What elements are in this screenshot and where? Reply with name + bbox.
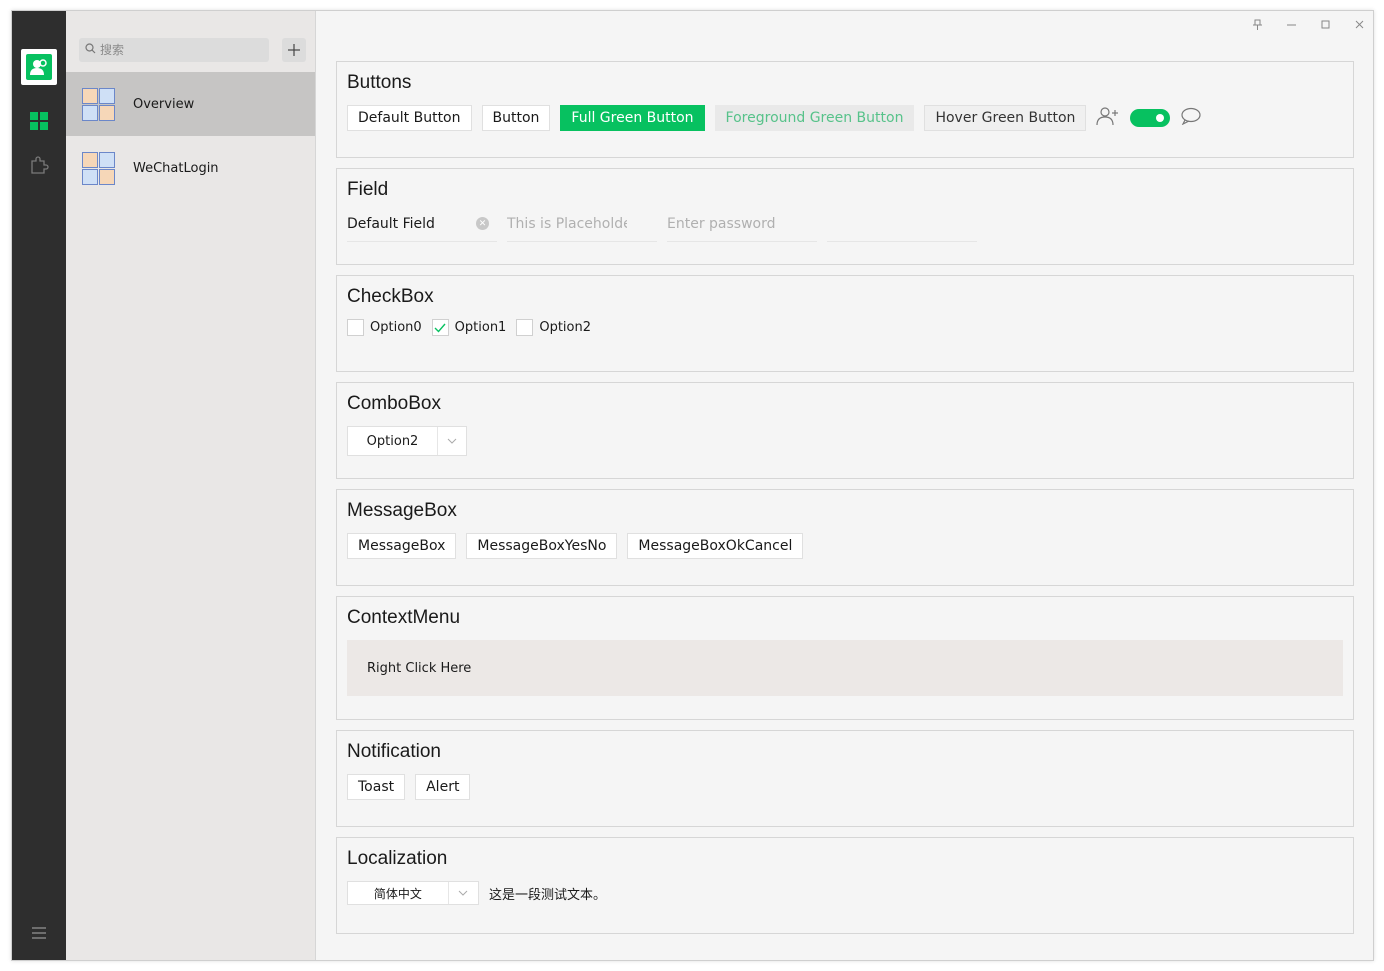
checkbox-option2[interactable]: Option2 bbox=[516, 319, 591, 336]
checkbox-option1[interactable]: Option1 bbox=[431, 319, 507, 336]
chevron-down-icon[interactable] bbox=[438, 427, 466, 455]
plain-button[interactable]: Button bbox=[481, 105, 551, 131]
chat-bubble-icon[interactable] bbox=[1180, 107, 1202, 130]
avatar[interactable] bbox=[21, 49, 57, 85]
search-input[interactable] bbox=[100, 43, 260, 57]
clear-icon[interactable]: ✕ bbox=[476, 217, 489, 230]
section-title: Field bbox=[347, 179, 389, 200]
list-item-wechatlogin[interactable]: WeChatLogin bbox=[66, 136, 315, 200]
menu-icon[interactable] bbox=[29, 923, 49, 943]
section-title: Buttons bbox=[347, 72, 412, 93]
nav-rail bbox=[12, 11, 66, 960]
alert-button[interactable]: Alert bbox=[415, 774, 471, 800]
section-title: ContextMenu bbox=[347, 607, 461, 628]
default-field[interactable]: ✕ bbox=[347, 206, 497, 242]
checkbox-box[interactable] bbox=[347, 319, 364, 336]
list-item-overview[interactable]: Overview bbox=[66, 72, 315, 136]
search-icon bbox=[85, 41, 96, 59]
hover-green-button[interactable]: Hover Green Button bbox=[924, 105, 1087, 131]
messagebox-yesno-button[interactable]: MessageBoxYesNo bbox=[466, 533, 618, 559]
placeholder-field-input[interactable] bbox=[507, 215, 627, 232]
combobox[interactable]: Option2 bbox=[347, 426, 467, 456]
section-title: Notification bbox=[347, 741, 441, 762]
chevron-down-icon[interactable] bbox=[449, 882, 478, 904]
messagebox-section: MessageBox MessageBox MessageBoxYesNo Me… bbox=[336, 489, 1354, 586]
list-item-label: Overview bbox=[133, 96, 195, 112]
wechatlogin-thumbnail-icon bbox=[82, 151, 115, 185]
section-title: ComboBox bbox=[347, 393, 441, 414]
maximize-icon[interactable] bbox=[1319, 17, 1331, 31]
password-field[interactable] bbox=[667, 206, 817, 242]
section-title: CheckBox bbox=[347, 286, 434, 307]
contextmenu-section: ContextMenu Right Click Here bbox=[336, 596, 1354, 720]
close-icon[interactable] bbox=[1353, 17, 1365, 31]
grid-icon[interactable] bbox=[29, 111, 49, 131]
item-list-panel: Overview WeChatLogin bbox=[66, 11, 316, 960]
language-combobox[interactable]: 简体中文 bbox=[347, 881, 479, 905]
password-field-input[interactable] bbox=[667, 215, 787, 232]
window-controls bbox=[1251, 17, 1365, 31]
pin-icon[interactable] bbox=[1251, 17, 1263, 31]
avatar-icon bbox=[26, 54, 52, 80]
list-item-label: WeChatLogin bbox=[133, 160, 219, 176]
default-button[interactable]: Default Button bbox=[347, 105, 472, 131]
checkbox-box[interactable] bbox=[431, 319, 449, 336]
toggle-knob bbox=[1156, 114, 1165, 122]
main-content: Buttons Default Button Button Full Green… bbox=[316, 11, 1373, 960]
full-green-button[interactable]: Full Green Button bbox=[560, 105, 705, 131]
notification-section: Notification Toast Alert bbox=[336, 730, 1354, 827]
context-menu-label: Right Click Here bbox=[367, 660, 472, 676]
empty-field[interactable] bbox=[827, 206, 977, 242]
empty-field-input[interactable] bbox=[827, 215, 947, 232]
plus-icon bbox=[288, 44, 300, 56]
plugin-icon[interactable] bbox=[29, 155, 49, 175]
section-title: Localization bbox=[347, 848, 448, 869]
placeholder-field[interactable] bbox=[507, 206, 657, 242]
checkbox-label: Option1 bbox=[454, 320, 507, 335]
overview-thumbnail-icon bbox=[82, 87, 115, 121]
default-field-input[interactable] bbox=[347, 215, 467, 232]
app-window: Overview WeChatLogin Buttons bbox=[11, 10, 1374, 961]
field-section: Field ✕ bbox=[336, 168, 1354, 265]
checkbox-label: Option2 bbox=[539, 320, 592, 335]
add-contact-icon[interactable] bbox=[1096, 106, 1120, 131]
checkmark-icon bbox=[434, 323, 446, 333]
checkbox-box[interactable] bbox=[516, 319, 534, 336]
combobox-value: Option2 bbox=[348, 427, 438, 455]
add-button[interactable] bbox=[282, 38, 306, 62]
combobox-section: ComboBox Option2 bbox=[336, 382, 1354, 479]
section-title: MessageBox bbox=[347, 500, 457, 521]
toast-button[interactable]: Toast bbox=[347, 774, 406, 800]
messagebox-button[interactable]: MessageBox bbox=[347, 533, 457, 559]
localization-sample-text: 这是一段测试文本。 bbox=[489, 887, 607, 903]
foreground-green-button[interactable]: Foreground Green Button bbox=[714, 105, 915, 131]
buttons-section: Buttons Default Button Button Full Green… bbox=[336, 61, 1354, 158]
localization-section: Localization 简体中文 这是一段测试文本。 bbox=[336, 837, 1354, 934]
toggle-switch[interactable] bbox=[1130, 109, 1171, 127]
checkbox-section: CheckBox Option0 Option1 Option2 bbox=[336, 275, 1354, 372]
checkbox-label: Option0 bbox=[370, 320, 422, 335]
messagebox-okcancel-button[interactable]: MessageBoxOkCancel bbox=[627, 533, 804, 559]
checkbox-option0[interactable]: Option0 bbox=[347, 319, 422, 336]
context-menu-area[interactable]: Right Click Here bbox=[347, 640, 1343, 696]
search-bar[interactable] bbox=[79, 38, 269, 62]
minimize-icon[interactable] bbox=[1285, 17, 1297, 31]
language-value: 简体中文 bbox=[348, 882, 449, 904]
